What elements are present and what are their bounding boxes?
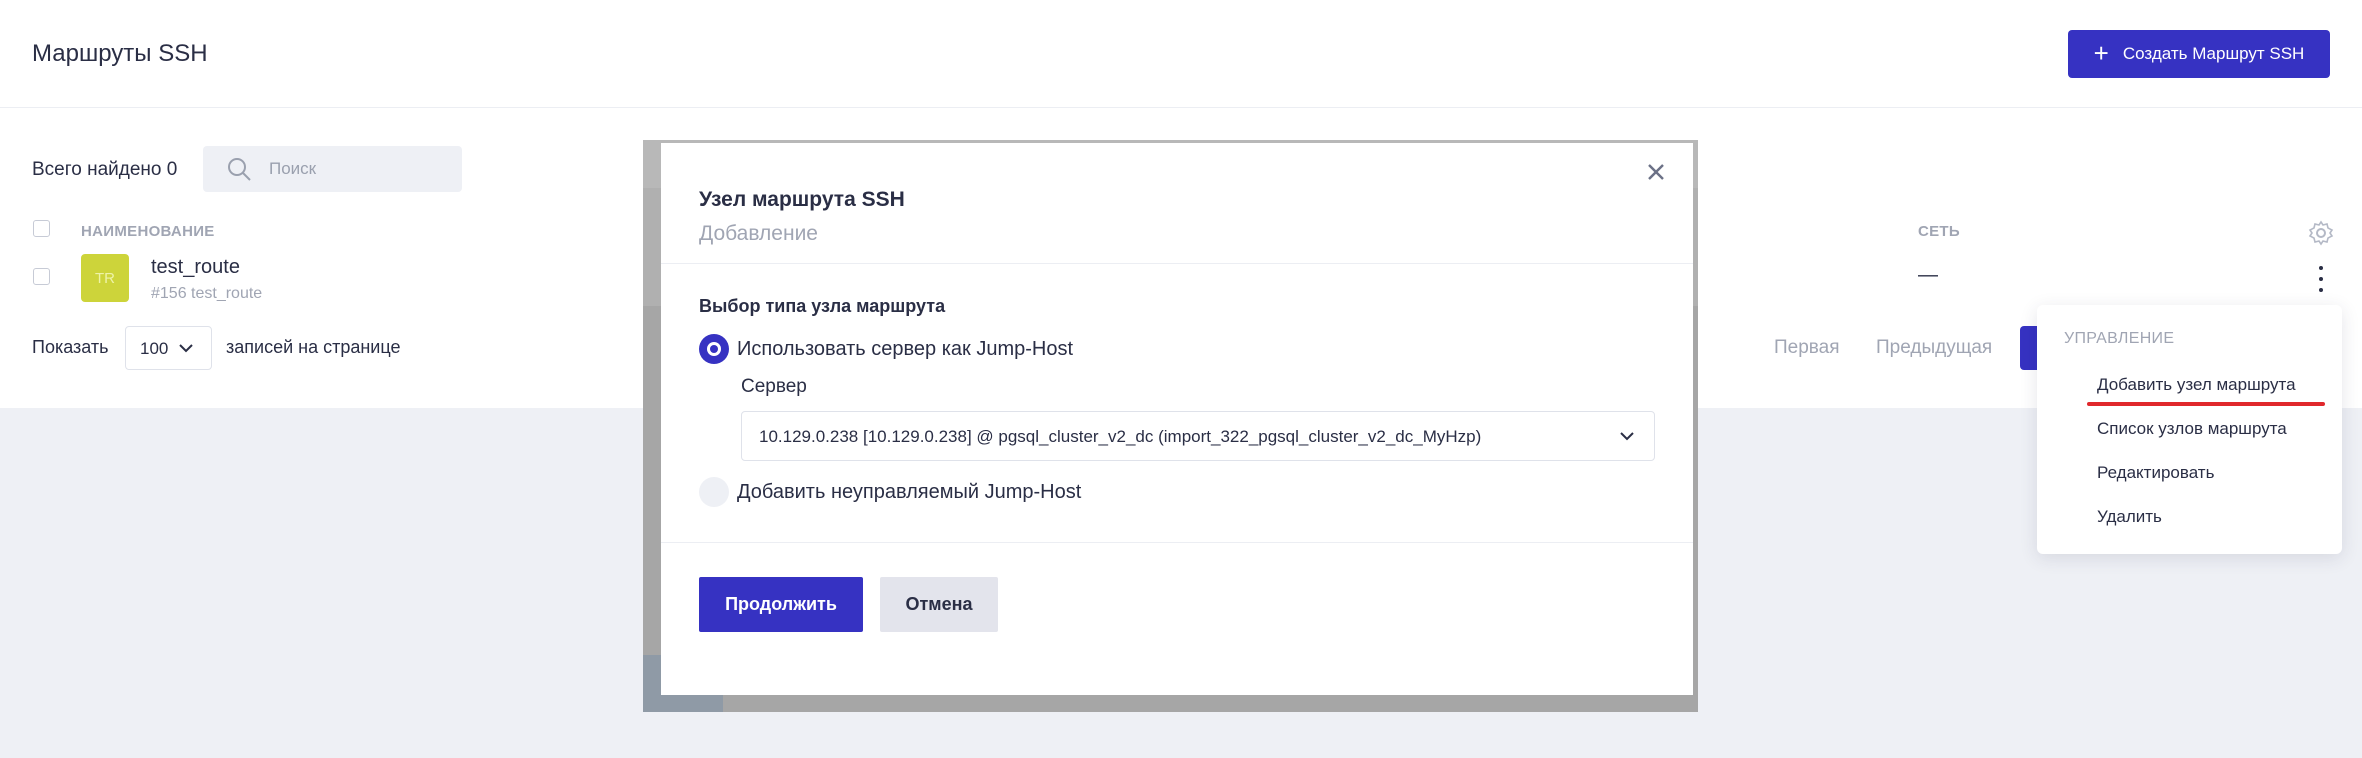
- more-actions-icon[interactable]: [2314, 266, 2328, 292]
- plus-icon: +: [2093, 37, 2109, 68]
- menu-item-edit[interactable]: Редактировать: [2097, 463, 2214, 483]
- search-icon: [228, 158, 251, 181]
- page-title: Маршруты SSH: [32, 40, 208, 67]
- actions-menu: УПРАВЛЕНИЕ Добавить узел маршрута Список…: [2037, 305, 2342, 554]
- page-header: Маршруты SSH + Создать Маршрут SSH: [0, 0, 2362, 108]
- gear-icon[interactable]: [2308, 220, 2334, 246]
- radio-jump-host[interactable]: [699, 334, 729, 364]
- search-placeholder: Поиск: [269, 159, 317, 178]
- per-page-value: 100: [140, 339, 169, 358]
- menu-item-list-nodes[interactable]: Список узлов маршрута: [2097, 419, 2287, 439]
- select-all-checkbox[interactable]: [33, 220, 50, 237]
- modal-subtitle: Добавление: [699, 222, 818, 245]
- route-id: #156 test_route: [151, 285, 263, 302]
- modal-title: Узел маршрута SSH: [699, 188, 905, 211]
- create-route-label: Создать Маршрут SSH: [2122, 44, 2305, 63]
- radio-jump-host-label[interactable]: Использовать сервер как Jump-Host: [737, 338, 1073, 361]
- continue-button[interactable]: Продолжить: [699, 577, 863, 632]
- column-header-name[interactable]: НАИМЕНОВАНИЕ: [81, 223, 215, 240]
- server-label: Сервер: [741, 376, 807, 397]
- divider: [661, 542, 1693, 543]
- show-label: Показать: [32, 337, 109, 357]
- menu-item-delete[interactable]: Удалить: [2097, 507, 2162, 527]
- per-page-label: записей на странице: [226, 337, 401, 357]
- route-name[interactable]: test_route: [151, 256, 240, 279]
- menu-heading: УПРАВЛЕНИЕ: [2064, 330, 2175, 347]
- cancel-button[interactable]: Отмена: [880, 577, 998, 632]
- total-count: Всего найдено 0: [32, 159, 178, 180]
- avatar: TR: [81, 254, 129, 302]
- pagination-first[interactable]: Первая: [1774, 337, 1840, 359]
- menu-item-add-node[interactable]: Добавить узел маршрута: [2097, 375, 2296, 395]
- server-select[interactable]: 10.129.0.238 [10.129.0.238] @ pgsql_clus…: [741, 411, 1655, 461]
- chevron-down-icon: [179, 344, 193, 353]
- close-icon[interactable]: [1645, 161, 1667, 183]
- pagination-previous[interactable]: Предыдущая: [1876, 337, 1992, 359]
- route-network: —: [1918, 264, 1938, 286]
- route-node-modal: Узел маршрута SSH Добавление Выбор типа …: [661, 143, 1693, 695]
- column-header-network[interactable]: СЕТЬ: [1918, 223, 1960, 240]
- radio-unmanaged-host[interactable]: [699, 477, 729, 507]
- search-input[interactable]: Поиск: [203, 146, 462, 192]
- radio-unmanaged-host-label[interactable]: Добавить неуправляемый Jump-Host: [737, 481, 1081, 504]
- divider: [661, 263, 1693, 264]
- row-checkbox[interactable]: [33, 268, 50, 285]
- server-value: 10.129.0.238 [10.129.0.238] @ pgsql_clus…: [759, 427, 1482, 446]
- chevron-down-icon: [1620, 432, 1634, 441]
- node-type-heading: Выбор типа узла маршрута: [699, 296, 946, 316]
- highlight-underline: [2087, 402, 2325, 406]
- per-page-select[interactable]: 100: [125, 326, 212, 370]
- create-route-button[interactable]: + Создать Маршрут SSH: [2068, 30, 2330, 78]
